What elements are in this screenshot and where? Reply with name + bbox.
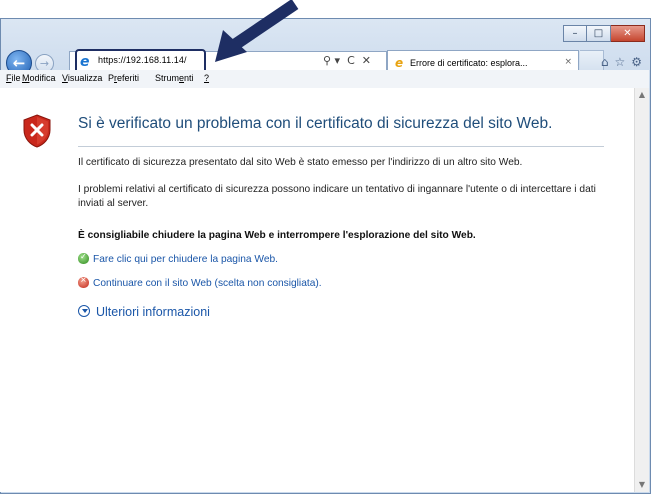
menu-modifica[interactable]: Modifica [22, 73, 56, 83]
forward-arrow-icon: → [39, 57, 50, 70]
ie-tab-icon: e [395, 56, 404, 70]
page-title: Si è verificato un problema con il certi… [78, 115, 553, 132]
title-divider [78, 146, 604, 147]
menu-help[interactable]: ? [204, 73, 209, 83]
menu-strumenti[interactable]: Strumenti [155, 73, 194, 83]
tab-title: Errore di certificato: esplora... [410, 58, 528, 68]
menu-preferiti[interactable]: Preferiti [108, 73, 139, 83]
more-info-link[interactable]: Ulteriori informazioni [78, 305, 210, 319]
menu-bar: File Modifica Visualizza Preferiti Strum… [0, 70, 649, 88]
expand-chevron-icon [78, 305, 90, 317]
paragraph-security-warning: I problemi relativi al certificato di si… [78, 184, 596, 209]
home-icon[interactable]: ⌂ [601, 55, 609, 69]
red-shield-icon [78, 275, 89, 288]
tools-gear-icon[interactable]: ⚙ [631, 55, 642, 69]
scroll-up-arrow-icon[interactable]: ▲ [635, 88, 649, 102]
green-shield-icon [78, 252, 89, 264]
page-content: Si è verificato un problema con il certi… [0, 88, 634, 492]
continue-site-link[interactable]: Continuare con il sito Web (scelta non c… [78, 275, 322, 289]
ie-page-icon: e [80, 54, 90, 70]
command-icons: ⌂ ☆ ⚙ [601, 55, 642, 69]
annotation-arrow-icon [215, 0, 299, 62]
stop-icon[interactable]: ✕ [362, 55, 371, 67]
scroll-down-arrow-icon[interactable]: ▼ [635, 478, 649, 492]
search-dropdown-icon[interactable]: ⚲ ▾ [323, 55, 340, 67]
menu-visualizza[interactable]: Visualizza [62, 73, 102, 83]
window-controls: – □ ✕ [563, 25, 645, 42]
vertical-scrollbar[interactable]: ▲ ▼ [634, 88, 649, 492]
recommendation-text: È consigliabile chiudere la pagina Web e… [78, 230, 476, 241]
close-page-link[interactable]: Fare clic qui per chiudere la pagina Web… [78, 252, 278, 265]
close-window-button[interactable]: ✕ [611, 25, 645, 42]
menu-file[interactable]: File [6, 73, 21, 83]
refresh-icon[interactable]: C [347, 55, 355, 67]
minimize-button[interactable]: – [563, 25, 587, 42]
address-tools: ⚲ ▾ C ✕ [323, 55, 371, 67]
address-url[interactable]: https://192.168.11.14/ [98, 55, 187, 65]
paragraph-wrong-address: Il certificato di sicurezza presentato d… [78, 157, 523, 168]
favorites-star-icon[interactable]: ☆ [614, 55, 625, 69]
maximize-button[interactable]: □ [587, 25, 611, 42]
error-shield-icon [23, 114, 51, 148]
tab-close-icon[interactable]: × [564, 57, 572, 67]
